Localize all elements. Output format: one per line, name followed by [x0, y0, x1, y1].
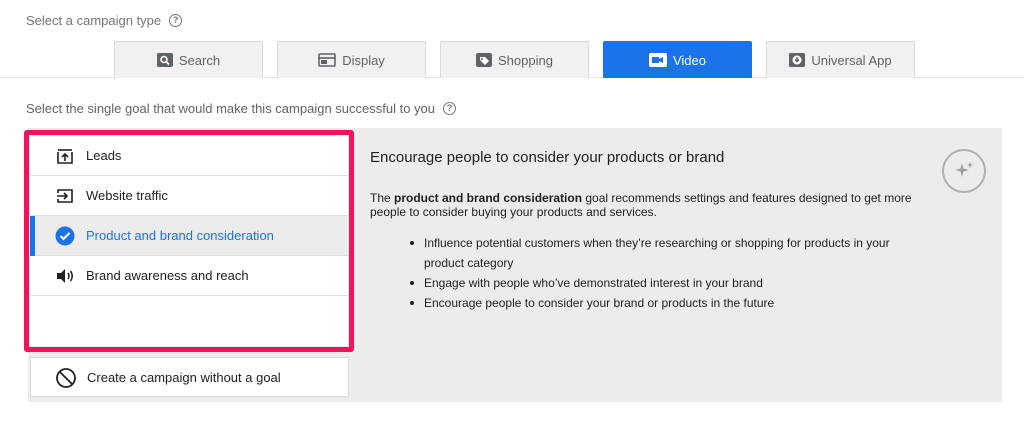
list-item: Influence potential customers when they’…	[410, 233, 930, 273]
campaign-type-label: Select a campaign type	[26, 13, 162, 28]
tab-label: Universal App	[811, 52, 892, 68]
display-icon	[318, 53, 336, 67]
selection-highlight-border	[24, 130, 354, 352]
video-icon	[648, 53, 667, 67]
tag-icon	[476, 53, 493, 67]
no-goal-button[interactable]: Create a campaign without a goal	[30, 357, 349, 397]
sparkle-icon	[942, 149, 986, 193]
list-item: Encourage people to consider your brand …	[410, 293, 930, 313]
help-icon[interactable]: ?	[169, 14, 183, 27]
goal-detail-description: The product and brand consideration goal…	[370, 191, 940, 219]
block-icon	[55, 367, 77, 392]
tab-video[interactable]: Video	[603, 41, 752, 78]
search-icon	[156, 53, 173, 67]
goal-label: Select the single goal that would make t…	[26, 101, 436, 116]
tab-label: Shopping	[498, 52, 553, 68]
goal-detail-bullets: Influence potential customers when they’…	[410, 233, 930, 313]
desc-prefix: The	[370, 191, 395, 205]
tab-shopping[interactable]: Shopping	[440, 41, 589, 78]
campaign-type-heading: Select a campaign type ?	[26, 13, 183, 28]
campaign-type-tabs: Search Display Shopping Video Universal …	[0, 41, 1024, 78]
tab-display[interactable]: Display	[277, 41, 426, 78]
list-item: Engage with people who’ve demonstrated i…	[410, 273, 930, 293]
tab-label: Search	[178, 52, 221, 68]
tab-label: Video	[672, 52, 706, 68]
help-icon[interactable]: ?	[443, 102, 457, 115]
desc-bold: product and brand consideration	[394, 191, 583, 205]
goal-detail-title: Encourage people to consider your produc…	[370, 149, 725, 166]
download-icon	[789, 53, 806, 67]
goal-heading: Select the single goal that would make t…	[26, 101, 457, 116]
tab-label: Display	[342, 52, 385, 68]
tab-search[interactable]: Search	[114, 41, 263, 78]
tab-universal-app[interactable]: Universal App	[766, 41, 915, 78]
no-goal-label: Create a campaign without a goal	[87, 369, 281, 385]
